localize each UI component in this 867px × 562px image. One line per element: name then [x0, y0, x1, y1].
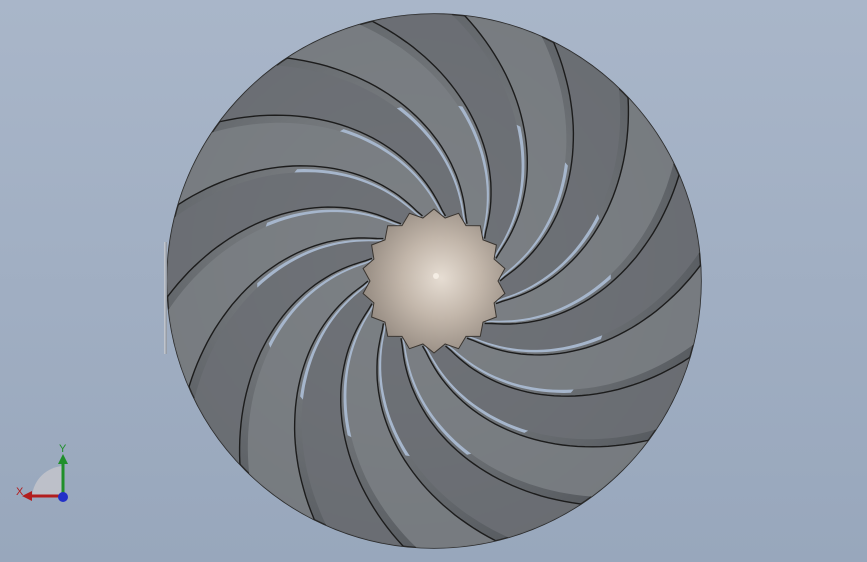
z-axis-dot — [58, 492, 68, 502]
triad-plane — [32, 466, 63, 496]
x-axis-arrowhead — [22, 491, 32, 501]
hub-apex — [433, 273, 439, 279]
x-axis-label: X — [16, 486, 24, 498]
impeller-model[interactable] — [0, 0, 867, 562]
reference-triad[interactable]: X Y — [10, 440, 80, 510]
y-axis-label: Y — [59, 443, 67, 455]
triad-graphic — [22, 454, 68, 502]
edge-sliver — [164, 242, 167, 354]
graphics-viewport[interactable]: X Y — [0, 0, 867, 562]
y-axis-arrowhead — [58, 454, 68, 464]
